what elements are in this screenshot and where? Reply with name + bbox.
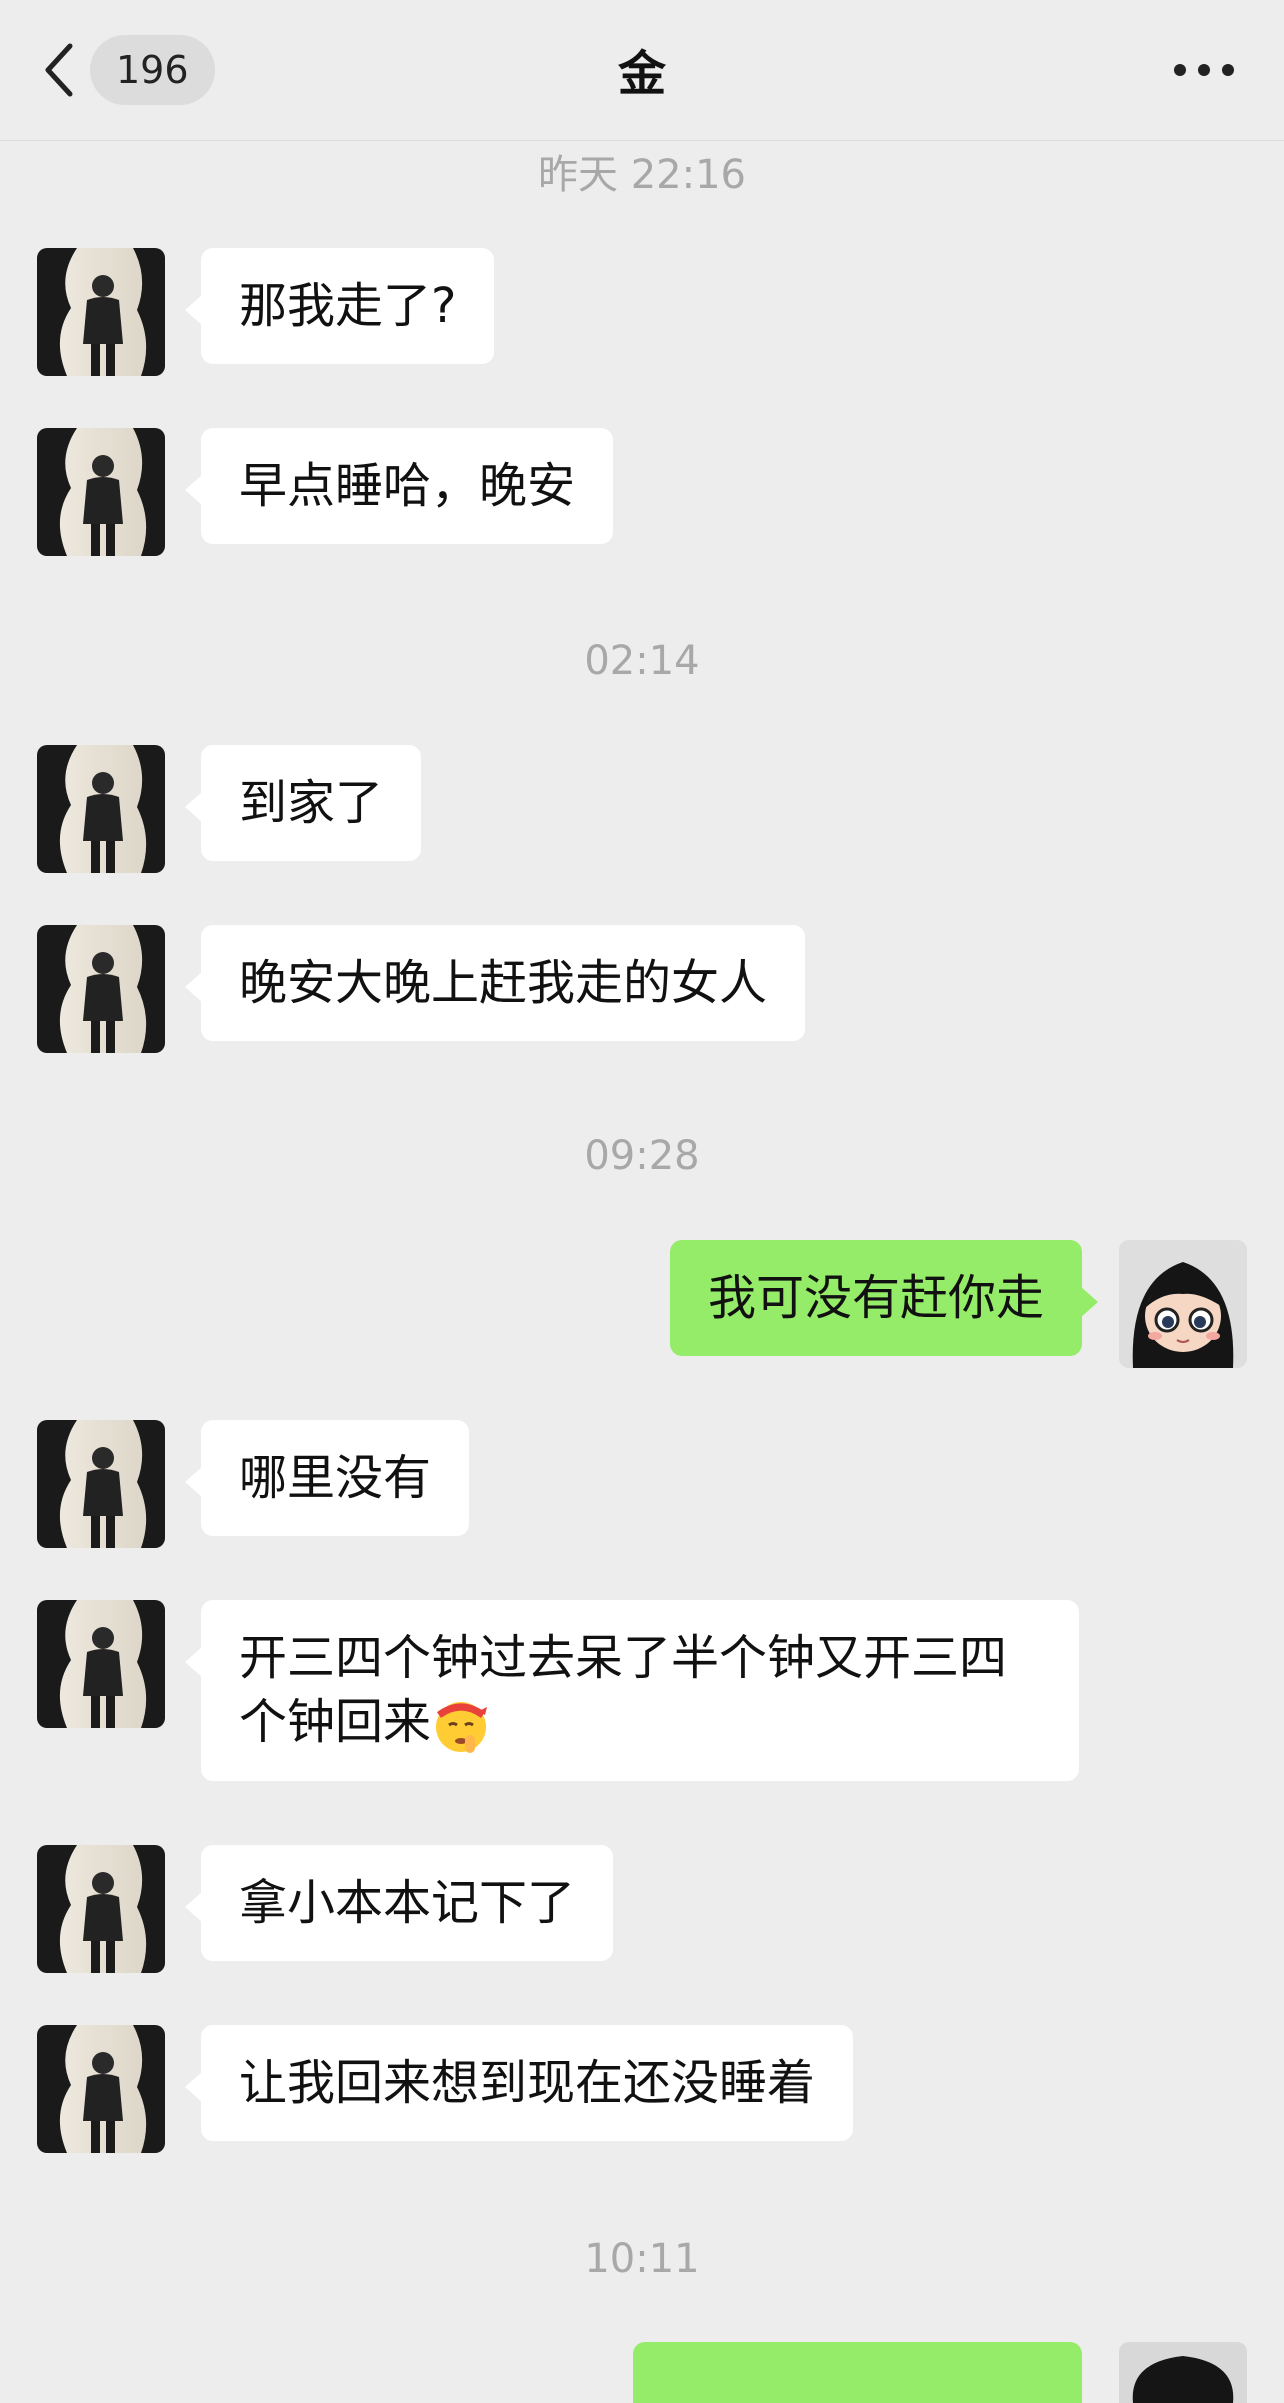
message-text: 开三四个钟过去呆了半个钟又开三四个钟回来 xyxy=(239,1630,1008,1750)
timestamp: 02:14 xyxy=(584,638,700,684)
message-bubble-incoming[interactable]: 晚安大晚上赶我走的女人 xyxy=(184,925,806,1041)
message-bubble-incoming[interactable]: 哪里没有 xyxy=(184,1420,470,1536)
message-bubble-outgoing[interactable]: 我可没有赶你走 xyxy=(669,1240,1099,1356)
cartoon-girl-icon xyxy=(1132,2356,1234,2403)
contact-avatar[interactable] xyxy=(37,925,165,1053)
message-bubble-outgoing-partial[interactable] xyxy=(633,2342,1082,2403)
contact-avatar[interactable] xyxy=(37,1420,165,1548)
contact-avatar[interactable] xyxy=(37,248,165,376)
person-photo-icon xyxy=(37,1845,165,1973)
message-bubble-incoming[interactable]: 开三四个钟过去呆了半个钟又开三四个钟回来 xyxy=(185,1600,1079,1781)
cartoon-girl-icon xyxy=(1119,1240,1247,1368)
message-bubble-incoming[interactable]: 早点睡哈，晚安 xyxy=(184,428,614,544)
contact-avatar[interactable] xyxy=(37,1845,165,1973)
person-photo-icon xyxy=(37,248,165,376)
more-options-button[interactable] xyxy=(1174,50,1234,90)
contact-avatar[interactable] xyxy=(37,428,165,556)
person-photo-icon xyxy=(37,1600,165,1728)
contact-avatar[interactable] xyxy=(37,745,165,873)
person-photo-icon xyxy=(37,925,165,1053)
message-bubble-incoming[interactable]: 拿小本本记下了 xyxy=(184,1845,614,1961)
contact-avatar[interactable] xyxy=(37,1600,165,1728)
timestamp: 昨天 22:16 xyxy=(538,152,746,198)
more-dots-icon xyxy=(1174,64,1186,76)
shushing-face-emoji xyxy=(436,1702,488,1753)
contact-avatar[interactable] xyxy=(37,2025,165,2153)
my-avatar[interactable] xyxy=(1119,1240,1247,1368)
chat-header: 196 金 xyxy=(0,0,1284,141)
person-photo-icon xyxy=(37,745,165,873)
timestamp: 09:28 xyxy=(584,1133,700,1179)
person-photo-icon xyxy=(37,2025,165,2153)
person-photo-icon xyxy=(37,428,165,556)
my-avatar[interactable] xyxy=(1119,2342,1247,2403)
person-photo-icon xyxy=(37,1420,165,1548)
chat-title: 金 xyxy=(617,46,666,102)
timestamp: 10:11 xyxy=(584,2236,700,2282)
message-bubble-incoming[interactable]: 到家了 xyxy=(184,745,422,861)
message-bubble-incoming[interactable]: 让我回来想到现在还没睡着 xyxy=(184,2025,854,2141)
message-bubble-incoming[interactable]: 那我走了? xyxy=(184,248,495,364)
